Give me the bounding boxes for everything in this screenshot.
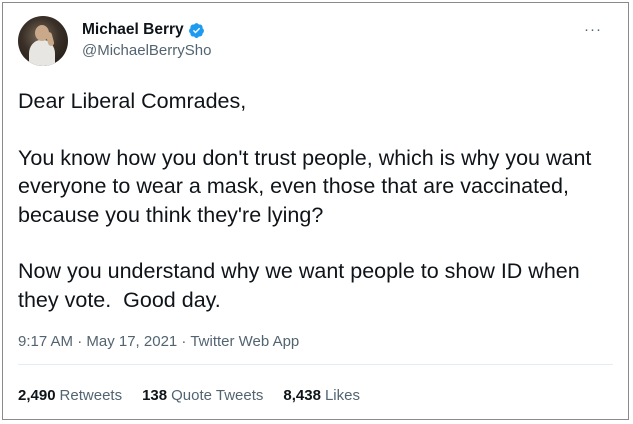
name-row: Michael Berry xyxy=(82,21,211,39)
tweet-paragraph: Now you understand why we want people to… xyxy=(18,259,586,312)
stat-count: 2,490 xyxy=(18,387,56,404)
tweet-header: Michael Berry @MichaelBerrySho ··· xyxy=(18,16,616,68)
stat-retweets[interactable]: 2,490 Retweets xyxy=(18,387,122,404)
stat-likes[interactable]: 8,438 Likes xyxy=(283,387,360,404)
display-name[interactable]: Michael Berry xyxy=(82,21,184,39)
stat-count: 138 xyxy=(142,387,168,404)
tweet-card: Michael Berry @MichaelBerrySho ··· Dear … xyxy=(2,2,629,420)
user-names: Michael Berry @MichaelBerrySho xyxy=(82,21,211,59)
more-options-icon[interactable]: ··· xyxy=(584,21,602,38)
user-handle[interactable]: @MichaelBerrySho xyxy=(82,42,211,59)
divider xyxy=(18,364,613,365)
stat-label: Likes xyxy=(324,387,360,404)
tweet-paragraph: You know how you don't trust people, whi… xyxy=(18,145,598,227)
stat-label: Quote Tweets xyxy=(171,387,264,404)
stat-label: Retweets xyxy=(59,387,123,404)
avatar[interactable] xyxy=(18,16,68,66)
verified-badge-icon xyxy=(188,22,204,38)
tweet-meta[interactable]: 9:17 AM · May 17, 2021 · Twitter Web App xyxy=(18,333,299,350)
stat-quote-tweets[interactable]: 138 Quote Tweets xyxy=(142,387,263,404)
stat-count: 8,438 xyxy=(283,387,321,404)
tweet-paragraph: Dear Liberal Comrades, xyxy=(18,89,247,113)
tweet-stats: 2,490 Retweets 138 Quote Tweets 8,438 Likes xyxy=(18,387,360,404)
tweet-text: Dear Liberal Comrades, You know how you … xyxy=(18,87,616,314)
